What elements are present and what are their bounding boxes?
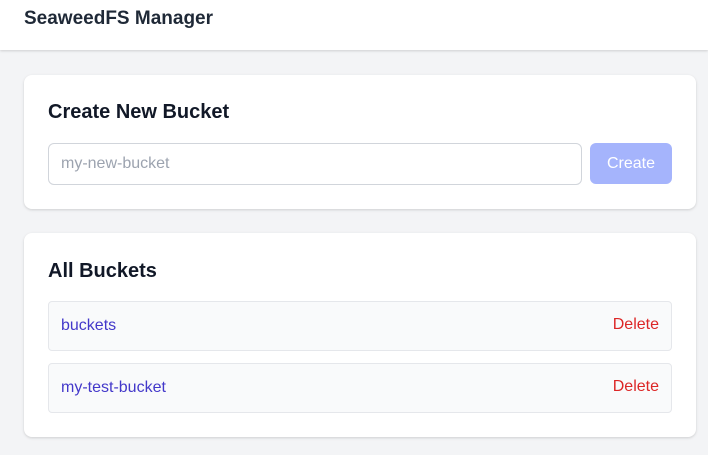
- delete-bucket-button[interactable]: Delete: [613, 316, 659, 334]
- all-buckets-card: All Buckets buckets Delete my-test-bucke…: [24, 233, 696, 437]
- bucket-link[interactable]: my-test-bucket: [61, 379, 166, 397]
- bucket-name-input[interactable]: [48, 143, 582, 185]
- all-buckets-title: All Buckets: [48, 260, 157, 282]
- app-title: SeaweedFS Manager: [24, 8, 214, 29]
- app-header: SeaweedFS Manager: [0, 0, 708, 50]
- create-bucket-title: Create New Bucket: [48, 101, 230, 123]
- create-bucket-card: Create New Bucket Create: [24, 75, 696, 209]
- bucket-row: my-test-bucket Delete: [48, 363, 672, 413]
- bucket-link[interactable]: buckets: [61, 317, 116, 335]
- delete-bucket-button[interactable]: Delete: [613, 378, 659, 396]
- create-button[interactable]: Create: [590, 143, 672, 184]
- bucket-list: buckets Delete my-test-bucket Delete: [48, 301, 672, 425]
- bucket-row: buckets Delete: [48, 301, 672, 351]
